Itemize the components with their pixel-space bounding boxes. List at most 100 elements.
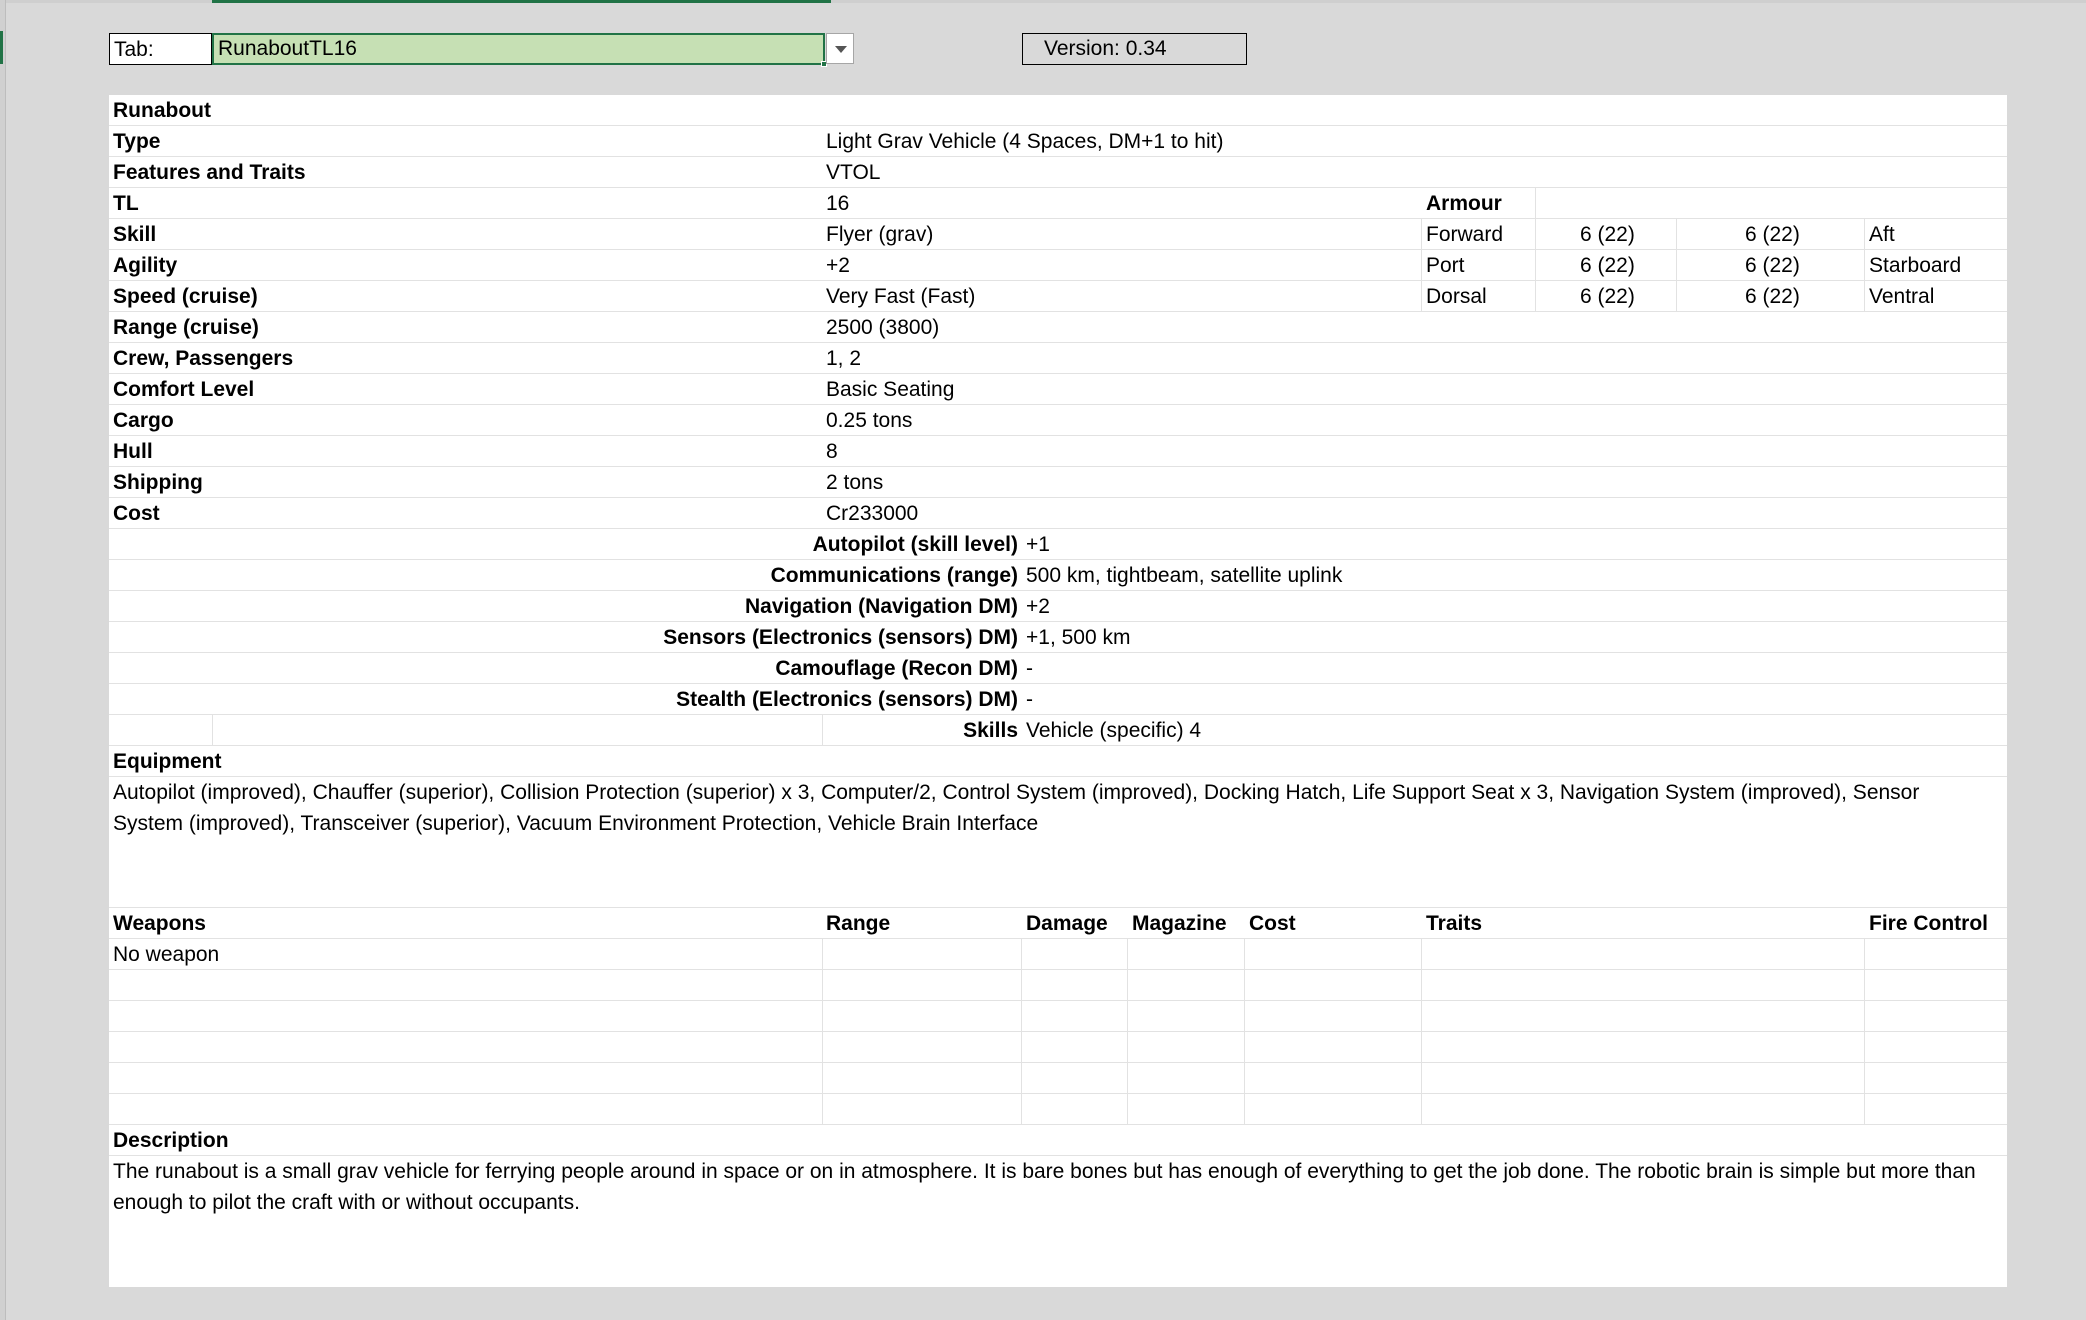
- stat-row: Comfort Level Basic Seating: [109, 374, 2007, 405]
- system-label: Autopilot (skill level): [812, 533, 1018, 556]
- stat-value: Flyer (grav): [826, 223, 934, 246]
- system-value: 500 km, tightbeam, satellite uplink: [1026, 564, 1343, 587]
- stat-value: 16: [826, 192, 850, 215]
- armour-side: Ventral: [1869, 285, 1935, 308]
- range-header: Range: [826, 912, 891, 935]
- stat-label: Comfort Level: [113, 378, 255, 401]
- equipment-heading: Equipment: [113, 750, 222, 773]
- stat-value: 2 tons: [826, 471, 884, 494]
- system-label: Communications (range): [770, 564, 1018, 587]
- system-row: Navigation (Navigation DM) +2: [109, 591, 2007, 622]
- stat-value: 1, 2: [826, 347, 862, 370]
- system-row: Communications (range) 500 km, tightbeam…: [109, 560, 2007, 591]
- weapon-row: No weapon: [109, 939, 2007, 970]
- system-value: -: [1026, 688, 1033, 711]
- weapons-header: Weapons: [113, 912, 206, 935]
- armour-value: 6 (22): [1580, 254, 1635, 277]
- weapon-row: [109, 1094, 2007, 1125]
- stat-row: Speed (cruise) Very Fast (Fast) Dorsal 6…: [109, 281, 2007, 312]
- sheet-title: Runabout: [113, 99, 211, 122]
- weapon-row: [109, 970, 2007, 1001]
- tab-label: Tab:: [109, 33, 212, 65]
- column-header-strip: [6, 0, 2086, 3]
- stat-row: Hull 8: [109, 436, 2007, 467]
- armour-value: 6 (22): [1745, 254, 1800, 277]
- armour-side: Aft: [1869, 223, 1895, 246]
- armour-side: Forward: [1426, 223, 1504, 246]
- system-value: -: [1026, 657, 1033, 680]
- selected-row-indicator: [0, 31, 3, 64]
- system-value: +1: [1026, 533, 1050, 556]
- stat-row: Agility +2 Port 6 (22) 6 (22) Starboard: [109, 250, 2007, 281]
- system-row: Skills Vehicle (specific) 4: [109, 715, 2007, 746]
- fire-control-header: Fire Control: [1869, 912, 1988, 935]
- title-row: Runabout: [109, 95, 2007, 126]
- system-value: Vehicle (specific) 4: [1026, 719, 1202, 742]
- description-heading: Description: [113, 1129, 229, 1152]
- armour-side: Port: [1426, 254, 1465, 277]
- armour-heading: Armour: [1426, 192, 1502, 215]
- stat-row: Features and Traits VTOL: [109, 157, 2007, 188]
- system-label: Sensors (Electronics (sensors) DM): [663, 626, 1018, 649]
- cost-header: Cost: [1249, 912, 1296, 935]
- stat-label: Hull: [113, 440, 153, 463]
- system-row: Autopilot (skill level) +1: [109, 529, 2007, 560]
- system-label: Skills: [963, 719, 1018, 742]
- stat-label: Cost: [113, 502, 160, 525]
- system-row: Sensors (Electronics (sensors) DM) +1, 5…: [109, 622, 2007, 653]
- system-label: Navigation (Navigation DM): [744, 595, 1018, 618]
- stat-value: Light Grav Vehicle (4 Spaces, DM+1 to hi…: [826, 130, 1224, 153]
- tab-dropdown-button[interactable]: [826, 33, 854, 64]
- equipment-heading-row: Equipment: [109, 746, 2007, 777]
- tab-select-value: RunaboutTL16: [218, 37, 357, 60]
- stat-row: Crew, Passengers 1, 2: [109, 343, 2007, 374]
- chevron-down-icon: [835, 46, 847, 53]
- weapon-row: [109, 1001, 2007, 1032]
- system-label: Camouflage (Recon DM): [775, 657, 1018, 680]
- armour-value: 6 (22): [1745, 285, 1800, 308]
- weapon-row: [109, 1032, 2007, 1063]
- weapon-name: No weapon: [113, 943, 220, 966]
- weapons-header-row: Weapons Range Damage Magazine Cost Trait…: [109, 908, 2007, 939]
- stat-value: 0.25 tons: [826, 409, 913, 432]
- armour-value: 6 (22): [1745, 223, 1800, 246]
- damage-header: Damage: [1026, 912, 1108, 935]
- stat-value: Very Fast (Fast): [826, 285, 976, 308]
- stat-row: Cargo 0.25 tons: [109, 405, 2007, 436]
- stat-value: +2: [826, 254, 850, 277]
- stat-label: TL: [113, 192, 139, 215]
- armour-value: 6 (22): [1580, 285, 1635, 308]
- stat-label: Shipping: [113, 471, 203, 494]
- stat-label: Speed (cruise): [113, 285, 258, 308]
- stat-label: Range (cruise): [113, 316, 259, 339]
- stat-row: Shipping 2 tons: [109, 467, 2007, 498]
- stat-label: Agility: [113, 254, 178, 277]
- system-value: +2: [1026, 595, 1050, 618]
- stat-label: Skill: [113, 223, 157, 246]
- armour-side: Dorsal: [1426, 285, 1487, 308]
- weapon-row: [109, 1063, 2007, 1094]
- system-label: Stealth (Electronics (sensors) DM): [676, 688, 1018, 711]
- armour-side: Starboard: [1869, 254, 1962, 277]
- tab-select-cell[interactable]: RunaboutTL16: [212, 33, 827, 67]
- stat-row: Skill Flyer (grav) Forward 6 (22) 6 (22)…: [109, 219, 2007, 250]
- stat-value: VTOL: [826, 161, 881, 184]
- traits-header: Traits: [1426, 912, 1483, 935]
- system-row: Camouflage (Recon DM) -: [109, 653, 2007, 684]
- stat-label: Crew, Passengers: [113, 347, 294, 370]
- stat-value: Cr233000: [826, 502, 919, 525]
- stat-value: Basic Seating: [826, 378, 955, 401]
- stat-label: Features and Traits: [113, 161, 306, 184]
- system-row: Stealth (Electronics (sensors) DM) -: [109, 684, 2007, 715]
- stat-label: Type: [113, 130, 161, 153]
- description-heading-row: Description: [109, 1125, 2007, 1156]
- selected-column-indicator: [212, 0, 831, 3]
- stat-label: Cargo: [113, 409, 174, 432]
- system-value: +1, 500 km: [1026, 626, 1131, 649]
- row-header-strip: [0, 0, 6, 1320]
- stat-value: 2500 (3800): [826, 316, 940, 339]
- version-label: Version: 0.34: [1022, 33, 1247, 65]
- stat-row: Range (cruise) 2500 (3800): [109, 312, 2007, 343]
- stat-value: 8: [826, 440, 838, 463]
- description-text: The runabout is a small grav vehicle for…: [113, 1160, 1976, 1214]
